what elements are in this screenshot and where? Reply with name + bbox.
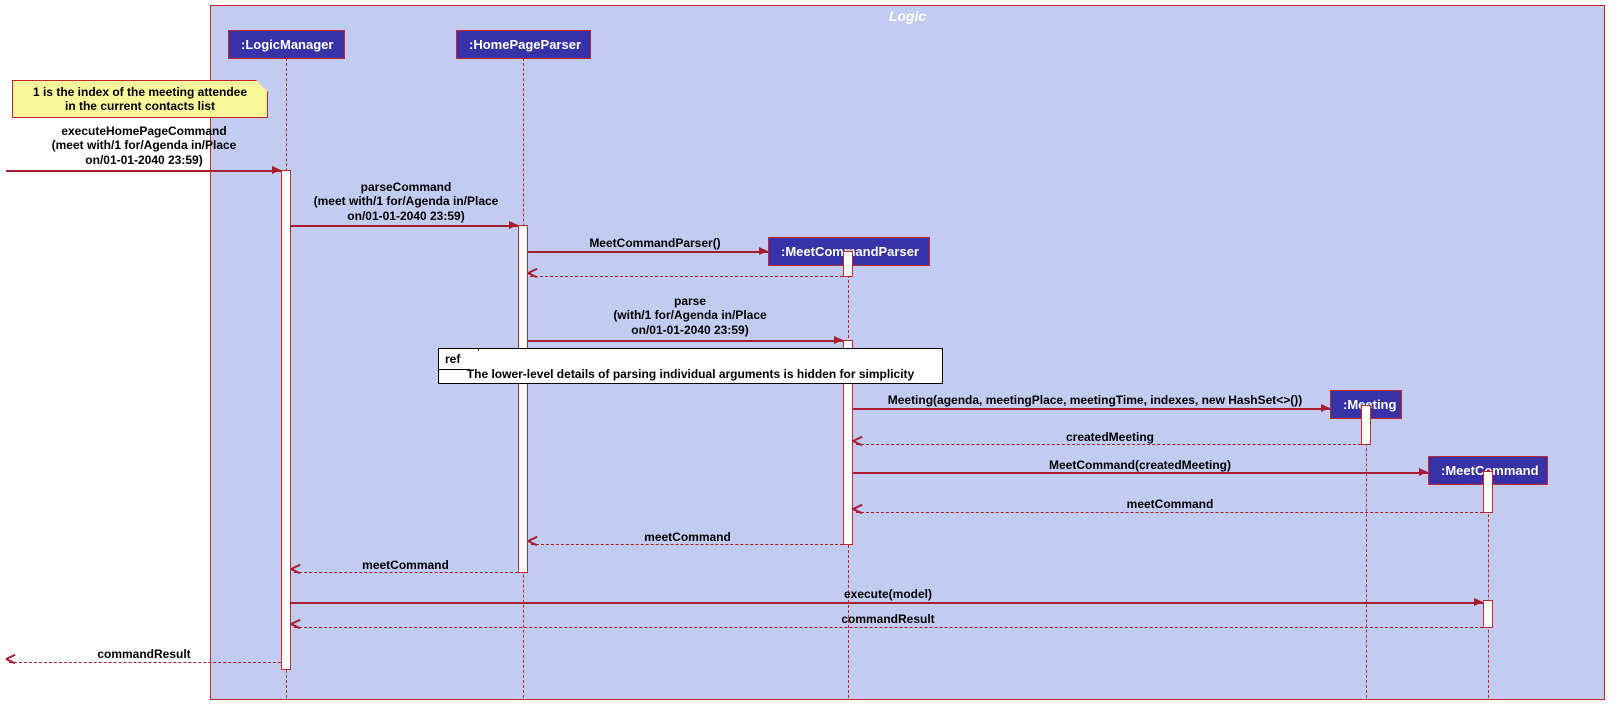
msg-execute-model: execute(model) <box>293 587 1483 601</box>
msg-ret-meetcmd-2: meetCommand <box>530 530 845 544</box>
activation-meetcommand-1 <box>1483 471 1493 513</box>
msg-parsecommand: parseCommand (meet with/1 for/Agenda in/… <box>296 180 516 223</box>
arrowhead-execute <box>272 166 281 174</box>
participant-homepageparser-label: :HomePageParser <box>469 37 581 52</box>
activation-logicmanager <box>281 170 291 670</box>
arrowhead-parse <box>834 336 843 344</box>
note-box: 1 is the index of the meeting attendee i… <box>12 80 268 118</box>
arrow-createdmeeting <box>856 444 1361 445</box>
msg-parse-title: parse <box>560 294 820 308</box>
arrowhead-ret-meetcmd-1 <box>853 508 863 518</box>
arrow-ret-cmdresult-2 <box>9 662 281 663</box>
ref-text: The lower-level details of parsing indiv… <box>439 367 942 381</box>
note-line1: 1 is the index of the meeting attendee <box>21 85 259 99</box>
msg-execute-title: executeHomePageCommand <box>10 124 278 138</box>
participant-logicmanager: :LogicManager <box>228 30 345 59</box>
arrow-meeting-ctor <box>853 408 1330 410</box>
arrow-parsecommand <box>291 225 518 227</box>
arrow-ret-cmdresult-1 <box>294 627 1483 628</box>
msg-ret-cmdresult-1: commandResult <box>293 612 1483 626</box>
activation-meetcommand-2 <box>1483 600 1493 628</box>
arrow-meetcmd-ctor <box>853 472 1428 474</box>
arrowhead-ret-meetcmd-3 <box>291 568 301 578</box>
activation-meeting <box>1361 405 1371 445</box>
arrow-mcp-ctor-return <box>530 276 843 277</box>
arrowhead-execute-model <box>1474 598 1483 606</box>
arrowhead-ret-cmdresult-1 <box>291 623 301 633</box>
lifeline-meetcommand <box>1488 484 1489 698</box>
msg-meetcmd-ctor: MeetCommand(createdMeeting) <box>860 458 1420 472</box>
arrow-execute <box>6 170 281 172</box>
arrow-ret-meetcmd-2 <box>531 544 843 545</box>
activation-homepageparser <box>518 225 528 573</box>
arrowhead-ret-meetcmd-2 <box>528 540 538 550</box>
msg-ret-meetcmd-1: meetCommand <box>860 497 1480 511</box>
arrowhead-ret-cmdresult-2 <box>6 658 16 668</box>
msg-parse: parse (with/1 for/Agenda in/Place on/01-… <box>560 294 820 337</box>
arrowhead-mcp-ctor-return <box>528 272 538 282</box>
arrow-execute-model <box>291 602 1483 604</box>
msg-execute-args2: on/01-01-2040 23:59) <box>10 153 278 167</box>
participant-logicmanager-label: :LogicManager <box>241 37 333 52</box>
frame-title: Logic <box>889 8 926 24</box>
participant-homepageparser: :HomePageParser <box>456 30 591 59</box>
arrowhead-meetcmd-ctor <box>1419 468 1428 476</box>
msg-createdmeeting: createdMeeting <box>860 430 1360 444</box>
msg-parsecommand-title: parseCommand <box>296 180 516 194</box>
note-line2: in the current contacts list <box>21 99 259 113</box>
arrow-ret-meetcmd-1 <box>856 512 1483 513</box>
arrowhead-parsecommand <box>509 221 518 229</box>
msg-mcp-ctor: MeetCommandParser() <box>550 236 760 250</box>
msg-parsecommand-args2: on/01-01-2040 23:59) <box>296 209 516 223</box>
msg-ret-cmdresult-2: commandResult <box>8 647 280 661</box>
msg-ret-meetcmd-3: meetCommand <box>293 558 518 572</box>
msg-execute-args1: (meet with/1 for/Agenda in/Place <box>10 138 278 152</box>
arrow-mcp-ctor <box>528 251 768 253</box>
msg-parse-args1: (with/1 for/Agenda in/Place <box>560 308 820 322</box>
activation-meetcommandparser-1 <box>843 251 853 277</box>
msg-parse-args2: on/01-01-2040 23:59) <box>560 323 820 337</box>
arrowhead-createdmeeting <box>853 440 863 450</box>
arrow-ret-meetcmd-3 <box>294 572 518 573</box>
arrow-parse <box>528 340 843 342</box>
msg-execute: executeHomePageCommand (meet with/1 for/… <box>10 124 278 167</box>
ref-fragment: ref The lower-level details of parsing i… <box>438 348 943 384</box>
arrowhead-meeting-ctor <box>1321 404 1330 412</box>
msg-meeting-ctor: Meeting(agenda, meetingPlace, meetingTim… <box>860 393 1330 407</box>
arrowhead-mcp-ctor <box>759 247 768 255</box>
msg-parsecommand-args1: (meet with/1 for/Agenda in/Place <box>296 194 516 208</box>
